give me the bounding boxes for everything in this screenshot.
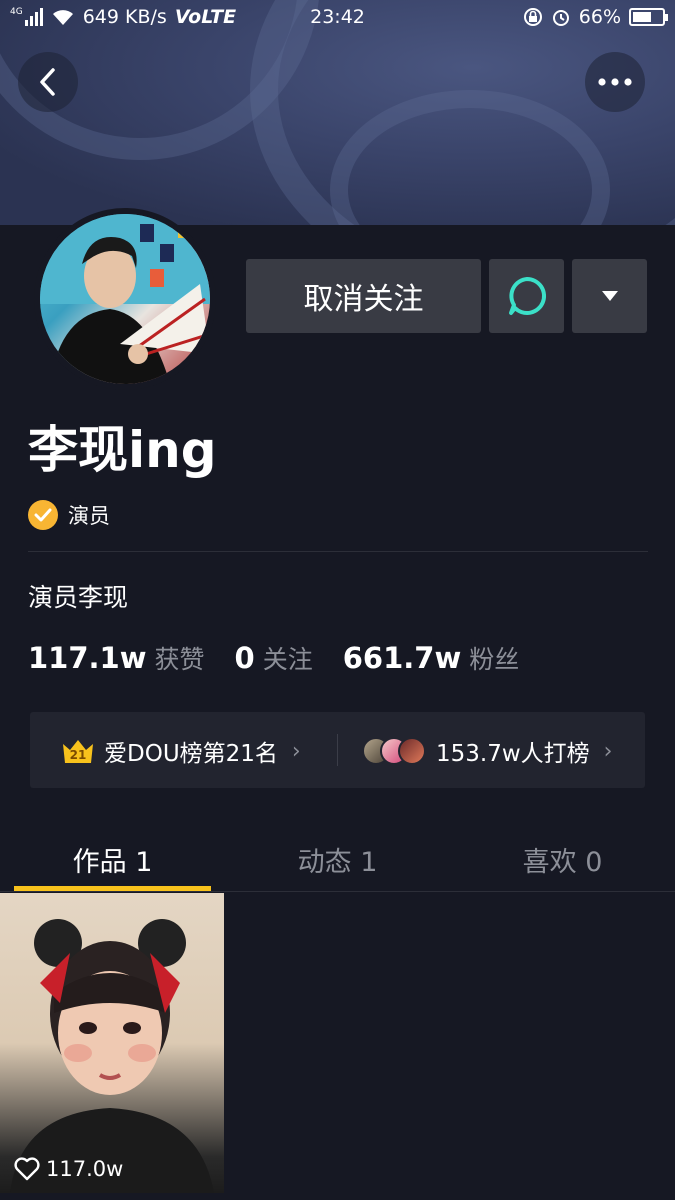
video-cover-graphic xyxy=(10,919,214,1193)
chevron-right-icon: › xyxy=(291,738,301,764)
chat-bubble-icon xyxy=(508,276,546,315)
verification-row: 演员 xyxy=(28,500,110,530)
chevron-left-icon xyxy=(40,68,55,96)
verification-label: 演员 xyxy=(68,504,110,528)
rank-bar: 21 爱DOU榜第21名 › 153.7w人打榜 › xyxy=(30,712,645,788)
supporters-text: 153.7w人打榜 xyxy=(436,741,590,767)
profile-name: 李现ing xyxy=(28,421,217,479)
divider xyxy=(28,551,648,552)
rotation-lock-icon xyxy=(523,8,542,26)
following-stat[interactable]: 0 关注 xyxy=(235,640,313,676)
triangle-down-icon xyxy=(601,291,618,301)
avatar-image xyxy=(40,214,210,384)
crown-badge-icon: 21 xyxy=(62,738,94,764)
alarm-icon xyxy=(552,10,569,26)
supporter-avatar xyxy=(398,737,426,765)
avatar-portrait-graphic xyxy=(40,214,210,384)
avatar[interactable] xyxy=(34,208,216,390)
tab-works[interactable]: 作品 1 xyxy=(0,840,225,879)
back-button[interactable] xyxy=(18,52,78,112)
verified-check-icon xyxy=(28,500,58,530)
tab-activity[interactable]: 动态 1 xyxy=(225,840,450,879)
content-tabs: 作品 1 动态 1 喜欢 0 xyxy=(0,822,675,892)
stats-row: 117.1w 获赞 0 关注 661.7w 粉丝 xyxy=(28,640,519,676)
profile-bio: 演员李现 xyxy=(28,583,129,612)
message-button[interactable] xyxy=(489,259,564,333)
supporters-link[interactable]: 153.7w人打榜 › xyxy=(362,734,612,768)
idol-rank-text: 爱DOU榜第21名 xyxy=(104,741,278,767)
status-bar: 4G 649 KB/s VoLTE 23:42 66% xyxy=(0,0,675,36)
idol-rank-link[interactable]: 21 爱DOU榜第21名 › xyxy=(62,734,301,768)
recommend-dropdown-button[interactable] xyxy=(572,259,647,333)
ellipsis-icon xyxy=(598,78,632,86)
battery-percent: 66% xyxy=(578,6,621,28)
active-tab-indicator xyxy=(14,886,211,891)
supporter-avatars xyxy=(362,737,426,765)
tab-liked[interactable]: 喜欢 0 xyxy=(450,840,675,879)
chevron-right-icon: › xyxy=(603,738,613,764)
more-options-button[interactable] xyxy=(585,52,645,112)
video-likes-count: 117.0w xyxy=(46,1157,124,1181)
followers-stat[interactable]: 661.7w 粉丝 xyxy=(343,640,520,676)
video-likes: 117.0w xyxy=(14,1157,123,1181)
heart-icon xyxy=(14,1157,40,1181)
video-thumbnail[interactable]: 117.0w xyxy=(0,893,224,1193)
unfollow-button[interactable]: 取消关注 xyxy=(246,259,481,333)
battery-icon xyxy=(629,8,668,26)
likes-stat[interactable]: 117.1w 获赞 xyxy=(28,640,205,676)
rank-separator xyxy=(337,734,338,766)
